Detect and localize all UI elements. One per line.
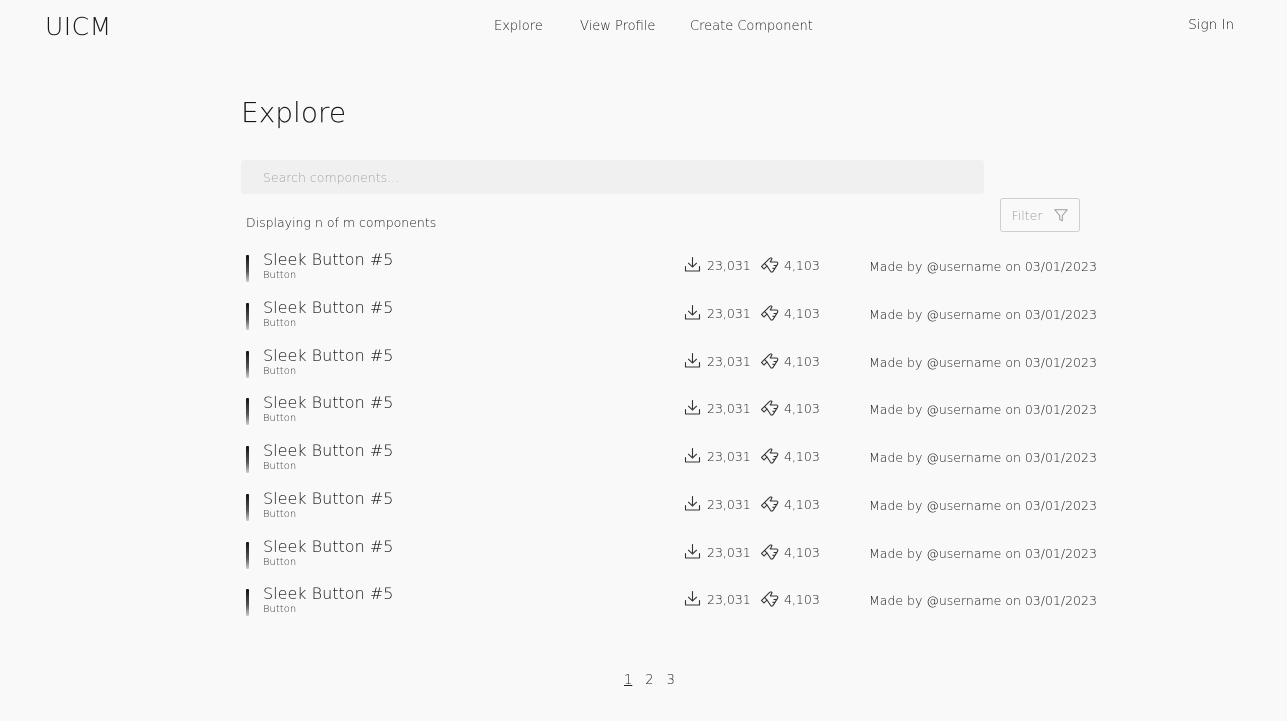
component-type: Button: [263, 317, 297, 329]
like-count: 4,103: [784, 449, 820, 464]
like-count: 4,103: [784, 592, 820, 608]
filter-label: Filter: [1011, 207, 1043, 223]
sign-in-link[interactable]: Sign In: [1188, 17, 1234, 33]
download-icon: [684, 256, 701, 273]
author-info: Made by @username on 03/01/2023: [869, 545, 1097, 561]
pagination: 123: [624, 673, 675, 688]
author-info: Made by @username on 03/01/2023: [869, 259, 1097, 274]
component-name[interactable]: Sleek Button #5: [263, 250, 393, 269]
like-icon[interactable]: [760, 447, 780, 466]
component-type: Button: [263, 413, 297, 425]
author-info: Made by @username on 03/01/2023: [869, 593, 1097, 609]
logo[interactable]: UICM: [45, 12, 112, 41]
author-info: Made by @username on 03/01/2023: [869, 306, 1097, 322]
like-icon[interactable]: [760, 399, 780, 418]
download-icon: [684, 495, 701, 512]
download-icon: [684, 352, 701, 369]
page-number-3[interactable]: 3: [667, 673, 675, 688]
nav-create-component-link[interactable]: Create Component: [690, 19, 813, 34]
component-type: Button: [263, 604, 297, 616]
download-count: 23,031: [707, 401, 751, 417]
nav-explore-link[interactable]: Explore: [494, 19, 543, 34]
author-info: Made by @username on 03/01/2023: [869, 497, 1097, 513]
component-row[interactable]: Sleek Button #5 Button 23,031 4,103 Made by …: [241, 291, 1097, 339]
page-number-2[interactable]: 2: [645, 673, 653, 688]
component-preview-thumbnail: [246, 541, 249, 569]
author-info: Made by @username on 03/01/2023: [869, 402, 1097, 418]
download-count: 23,031: [707, 305, 751, 321]
filter-button[interactable]: Filter: [1000, 198, 1080, 232]
page-number-1[interactable]: 1: [624, 673, 632, 688]
like-icon[interactable]: [760, 543, 780, 562]
download-icon: [684, 590, 701, 607]
component-name[interactable]: Sleek Button #5: [263, 298, 393, 317]
component-list: Sleek Button #5 Button 23,031 4,103 Made by …: [241, 243, 1097, 625]
like-count: 4,103: [784, 353, 820, 369]
component-row[interactable]: Sleek Button #5 Button 23,031 4,103 Made by …: [241, 243, 1097, 291]
download-count: 23,031: [707, 353, 751, 369]
like-count: 4,103: [784, 544, 820, 560]
nav-view-profile-link[interactable]: View Profile: [580, 19, 655, 34]
component-type: Button: [263, 270, 297, 281]
component-preview-thumbnail: [246, 350, 249, 378]
like-count: 4,103: [784, 305, 820, 321]
like-icon[interactable]: [760, 304, 780, 323]
download-icon: [684, 543, 701, 560]
component-type: Button: [263, 556, 297, 568]
search-input[interactable]: [241, 160, 984, 194]
component-preview-thumbnail: [246, 255, 249, 282]
component-name[interactable]: Sleek Button #5: [263, 346, 393, 365]
component-row[interactable]: Sleek Button #5 Button 23,031 4,103 Made by …: [241, 530, 1097, 578]
author-info: Made by @username on 03/01/2023: [869, 450, 1097, 465]
component-name[interactable]: Sleek Button #5: [263, 537, 393, 556]
component-row[interactable]: Sleek Button #5 Button 23,031 4,103 Made by …: [241, 386, 1097, 434]
component-row[interactable]: Sleek Button #5 Button 23,031 4,103 Made by …: [241, 434, 1097, 482]
like-icon[interactable]: [760, 352, 780, 371]
component-type: Button: [263, 365, 297, 377]
component-preview-thumbnail: [246, 589, 249, 617]
component-name[interactable]: Sleek Button #5: [263, 489, 393, 508]
like-icon[interactable]: [760, 495, 780, 514]
download-icon: [684, 447, 701, 464]
component-type: Button: [263, 461, 297, 472]
filter-icon: [1054, 208, 1069, 221]
component-preview-thumbnail: [246, 493, 249, 521]
download-icon: [684, 399, 701, 416]
page: UICM Explore View Profile Create Compone…: [0, 0, 1287, 721]
like-count: 4,103: [784, 401, 820, 417]
component-preview-thumbnail: [246, 446, 249, 473]
page-title: Explore: [241, 96, 347, 129]
like-count: 4,103: [784, 496, 820, 512]
like-count: 4,103: [784, 258, 820, 273]
author-info: Made by @username on 03/01/2023: [869, 354, 1097, 370]
component-row[interactable]: Sleek Button #5 Button 23,031 4,103 Made by …: [241, 577, 1097, 625]
like-icon[interactable]: [760, 590, 780, 609]
component-preview-thumbnail: [246, 398, 249, 426]
download-count: 23,031: [707, 258, 751, 273]
download-count: 23,031: [707, 496, 751, 512]
download-count: 23,031: [707, 544, 751, 560]
download-count: 23,031: [707, 449, 751, 464]
like-icon[interactable]: [760, 256, 780, 275]
results-count-text: Displaying n of m components: [246, 215, 437, 230]
download-count: 23,031: [707, 592, 751, 608]
component-name[interactable]: Sleek Button #5: [263, 393, 393, 412]
component-row[interactable]: Sleek Button #5 Button 23,031 4,103 Made by …: [241, 482, 1097, 530]
component-preview-thumbnail: [246, 302, 249, 330]
component-name[interactable]: Sleek Button #5: [263, 584, 393, 603]
download-icon: [684, 304, 701, 321]
component-name[interactable]: Sleek Button #5: [263, 441, 393, 460]
component-type: Button: [263, 508, 297, 520]
component-row[interactable]: Sleek Button #5 Button 23,031 4,103 Made by …: [241, 339, 1097, 387]
